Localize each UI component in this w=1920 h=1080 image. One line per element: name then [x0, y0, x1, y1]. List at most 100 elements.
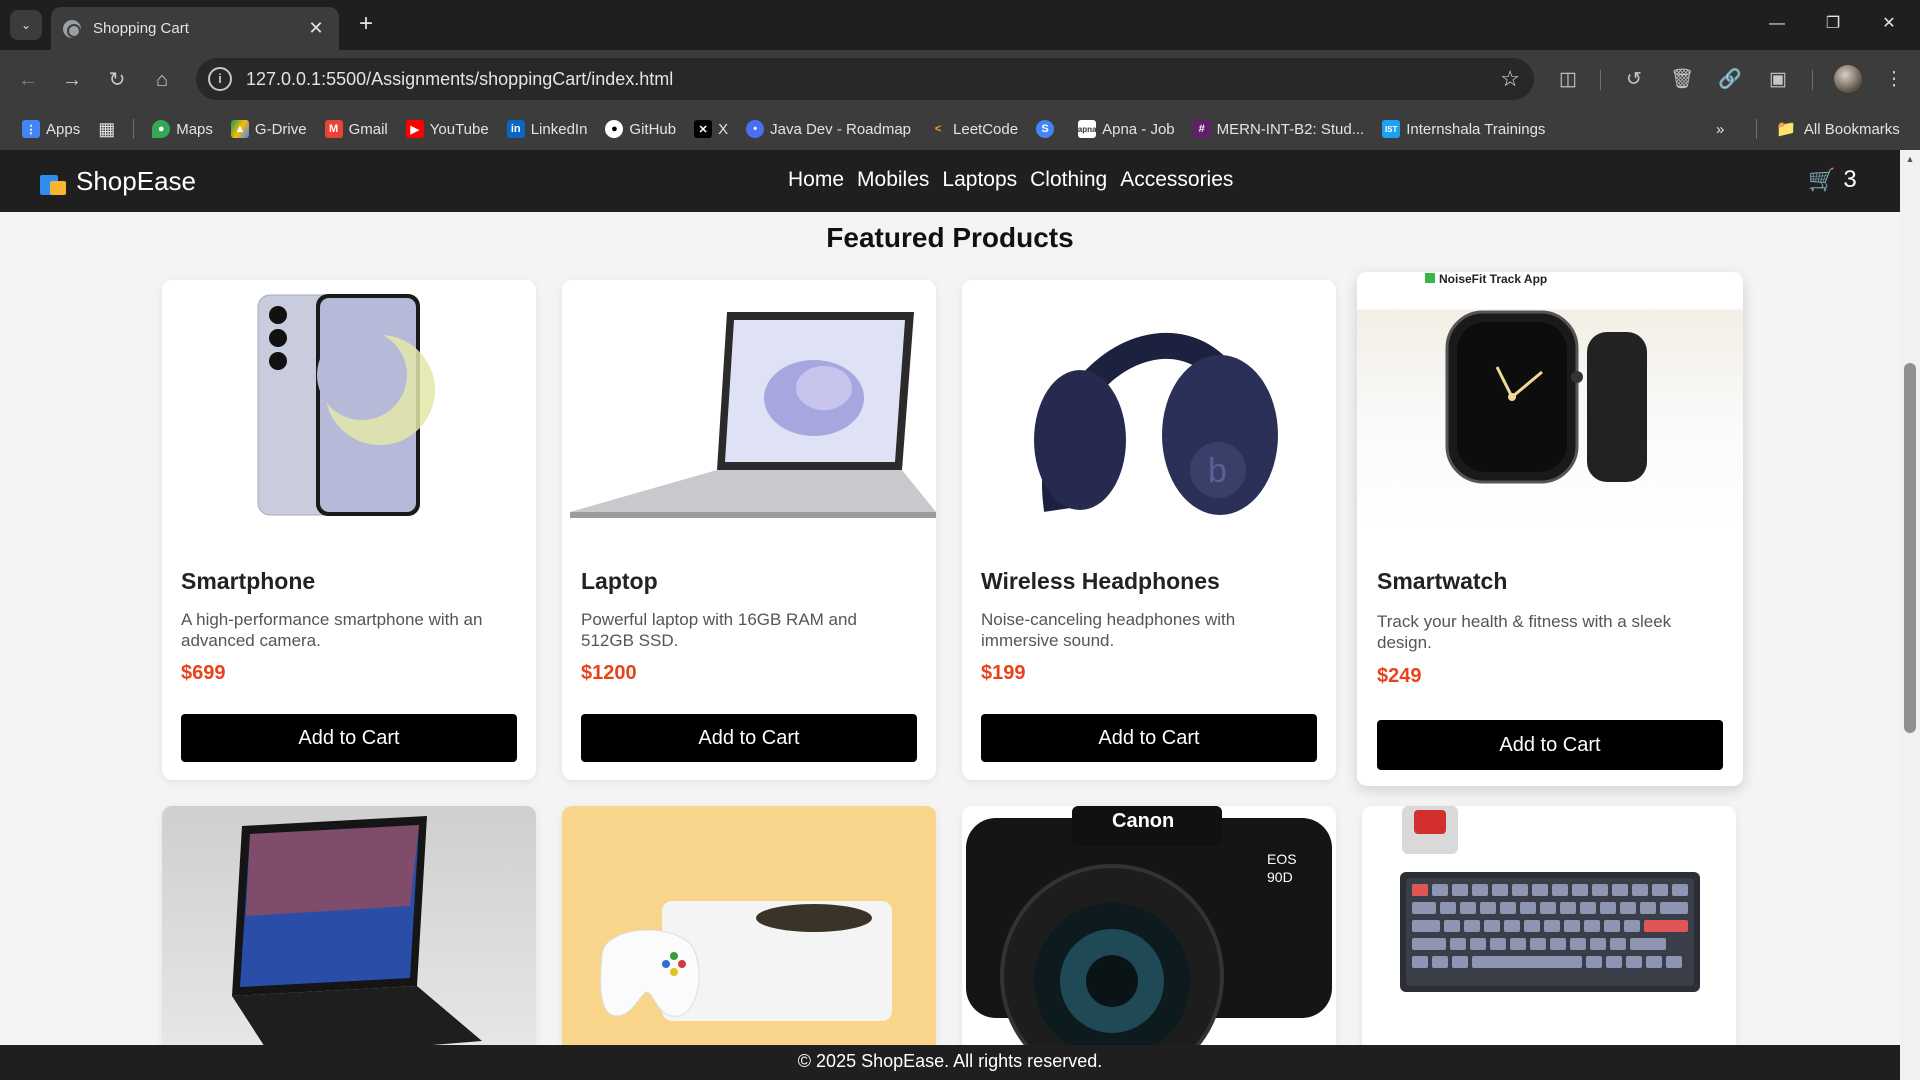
- page-viewport: ShopEase Home Mobiles Laptops Clothing A…: [0, 150, 1900, 1080]
- nav-link-accessories[interactable]: Accessories: [1120, 168, 1233, 192]
- bookmark-leetcode[interactable]: < LeetCode: [929, 120, 1018, 138]
- screenshot-icon[interactable]: ▣: [1764, 66, 1792, 94]
- reload-icon[interactable]: ↻: [103, 66, 131, 94]
- product-card-tablet: [162, 806, 536, 1080]
- tab-title: Shopping Cart: [93, 20, 189, 37]
- smartphone-image: [162, 280, 536, 530]
- browser-tab-active[interactable]: Shopping Cart ✕: [51, 7, 339, 50]
- history-icon[interactable]: ↺: [1620, 66, 1648, 94]
- close-tab-icon[interactable]: ✕: [305, 18, 327, 39]
- bookmark-internshala[interactable]: IST Internshala Trainings: [1382, 120, 1545, 138]
- product-card-laptop: Laptop Powerful laptop with 16GB RAM and…: [562, 280, 936, 780]
- cart-count: 3: [1843, 166, 1857, 193]
- nav-link-home[interactable]: Home: [788, 168, 844, 192]
- scroll-up-arrow-icon[interactable]: ▲: [1900, 154, 1920, 164]
- trash-icon[interactable]: 🗑: [1668, 66, 1696, 94]
- extensions-icon[interactable]: ◫: [1554, 66, 1582, 94]
- bookmark-github[interactable]: ● GitHub: [605, 120, 676, 138]
- profile-avatar[interactable]: [1834, 65, 1862, 93]
- globe-icon: [63, 19, 81, 38]
- camera-brand-label: Canon: [1112, 810, 1175, 832]
- product-price: $199: [981, 662, 1026, 684]
- bookmark-label: LeetCode: [953, 120, 1019, 138]
- console-image: [562, 806, 936, 1080]
- apna-icon: apna: [1078, 120, 1096, 138]
- product-card-keyboard: [1362, 806, 1736, 1080]
- bookmark-linkedin[interactable]: in LinkedIn: [506, 120, 588, 138]
- camera-image: Canon EOS 90D: [962, 806, 1336, 1080]
- back-arrow-icon[interactable]: ←: [14, 66, 42, 94]
- github-icon: ●: [605, 120, 624, 138]
- menu-kebab-icon[interactable]: ⋮: [1880, 66, 1908, 94]
- bookmark-gdrive[interactable]: ▲ G-Drive: [230, 120, 307, 138]
- bookmark-apna[interactable]: apna Apna - Job: [1078, 120, 1175, 138]
- bookmark-star-icon[interactable]: ☆: [1500, 66, 1520, 92]
- site-logo[interactable]: ShopEase: [40, 166, 196, 197]
- bookmark-x[interactable]: ✕ X: [694, 120, 728, 138]
- restore-icon[interactable]: ❐: [1810, 8, 1856, 40]
- toolbar-divider: [1600, 70, 1601, 90]
- shopping-cart-icon: 🛒: [1808, 167, 1836, 192]
- keyboard-image: [1362, 806, 1736, 1080]
- site-info-icon[interactable]: i: [208, 67, 232, 91]
- minimize-icon[interactable]: —: [1754, 8, 1800, 40]
- product-name: Smartwatch: [1377, 568, 1508, 594]
- url-text: 127.0.0.1:5500/Assignments/shoppingCart/…: [246, 68, 674, 89]
- link-icon[interactable]: 🔗: [1716, 66, 1744, 94]
- bookmark-label: Apna - Job: [1102, 120, 1175, 138]
- forward-arrow-icon[interactable]: →: [58, 66, 86, 94]
- product-card-camera: Canon EOS 90D: [962, 806, 1336, 1080]
- new-tab-plus-icon[interactable]: +: [352, 11, 380, 39]
- bookmark-label: YouTube: [429, 120, 489, 138]
- product-description: A high-performance smartphone with an ad…: [181, 610, 483, 650]
- add-to-cart-button[interactable]: Add to Cart: [181, 714, 517, 762]
- bookmark-swiggy[interactable]: S: [1036, 120, 1060, 138]
- bookmark-divider: [133, 119, 135, 139]
- swiggy-icon: S: [1036, 120, 1055, 138]
- product-description: Powerful laptop with 16GB RAM and 512GB …: [581, 610, 857, 650]
- bookmark-label: G-Drive: [254, 120, 307, 138]
- product-name: Laptop: [581, 568, 658, 594]
- slack-icon: #: [1192, 120, 1211, 138]
- app-icon: [1425, 273, 1435, 283]
- bookmark-gmail[interactable]: M Gmail: [324, 120, 388, 138]
- bookmark-label: Gmail: [348, 120, 388, 138]
- page-scrollbar[interactable]: ▲: [1900, 150, 1920, 1080]
- maps-icon: ●: [152, 120, 171, 138]
- chat-icon: •: [746, 120, 765, 138]
- bookmark-label: Java Dev - Roadmap: [770, 120, 912, 138]
- bookmark-apps[interactable]: ⋮ Apps: [22, 120, 80, 138]
- nav-link-clothing[interactable]: Clothing: [1030, 168, 1107, 192]
- add-to-cart-button[interactable]: Add to Cart: [1377, 720, 1723, 770]
- youtube-icon: ▶: [405, 120, 424, 138]
- bookmark-label: LinkedIn: [530, 120, 588, 138]
- x-icon: ✕: [694, 120, 713, 138]
- nav-link-mobiles[interactable]: Mobiles: [857, 168, 929, 192]
- add-to-cart-button[interactable]: Add to Cart: [581, 714, 917, 762]
- nav-link-laptops[interactable]: Laptops: [942, 168, 1017, 192]
- linkedin-icon: in: [506, 120, 525, 138]
- tab-groups-icon[interactable]: ▦: [98, 119, 115, 140]
- shopping-bag-icon: [40, 169, 66, 195]
- add-to-cart-button[interactable]: Add to Cart: [981, 714, 1317, 762]
- cart-button[interactable]: 🛒 3: [1808, 166, 1857, 194]
- site-nav: Home Mobiles Laptops Clothing Accessorie…: [788, 168, 1246, 192]
- tab-search-chevron-icon[interactable]: ⌄: [10, 10, 42, 40]
- headphones-image: b: [962, 280, 1336, 530]
- site-footer: © 2025 ShopEase. All rights reserved.: [0, 1045, 1900, 1080]
- leetcode-icon: <: [934, 123, 942, 135]
- home-icon[interactable]: ⌂: [148, 66, 176, 94]
- internshala-icon: IST: [1382, 120, 1401, 138]
- bookmark-maps[interactable]: ● Maps: [152, 120, 213, 138]
- address-bar[interactable]: i 127.0.0.1:5500/Assignments/shoppingCar…: [196, 58, 1534, 100]
- close-window-icon[interactable]: ✕: [1866, 8, 1912, 40]
- svg-text:b: b: [1208, 452, 1227, 490]
- bookmark-java-dev[interactable]: • Java Dev - Roadmap: [746, 120, 911, 138]
- bookmark-label: Apps: [46, 120, 81, 138]
- all-bookmarks-button[interactable]: 📁 All Bookmarks: [1776, 108, 1900, 150]
- scrollbar-thumb[interactable]: [1904, 363, 1916, 733]
- bookmark-youtube[interactable]: ▶ YouTube: [405, 120, 489, 138]
- bookmark-mern[interactable]: # MERN-INT-B2: Stud...: [1192, 120, 1364, 138]
- product-card-smartphone: Smartphone A high-performance smartphone…: [162, 280, 536, 780]
- more-bookmarks-chevron-icon[interactable]: »: [1716, 108, 1724, 150]
